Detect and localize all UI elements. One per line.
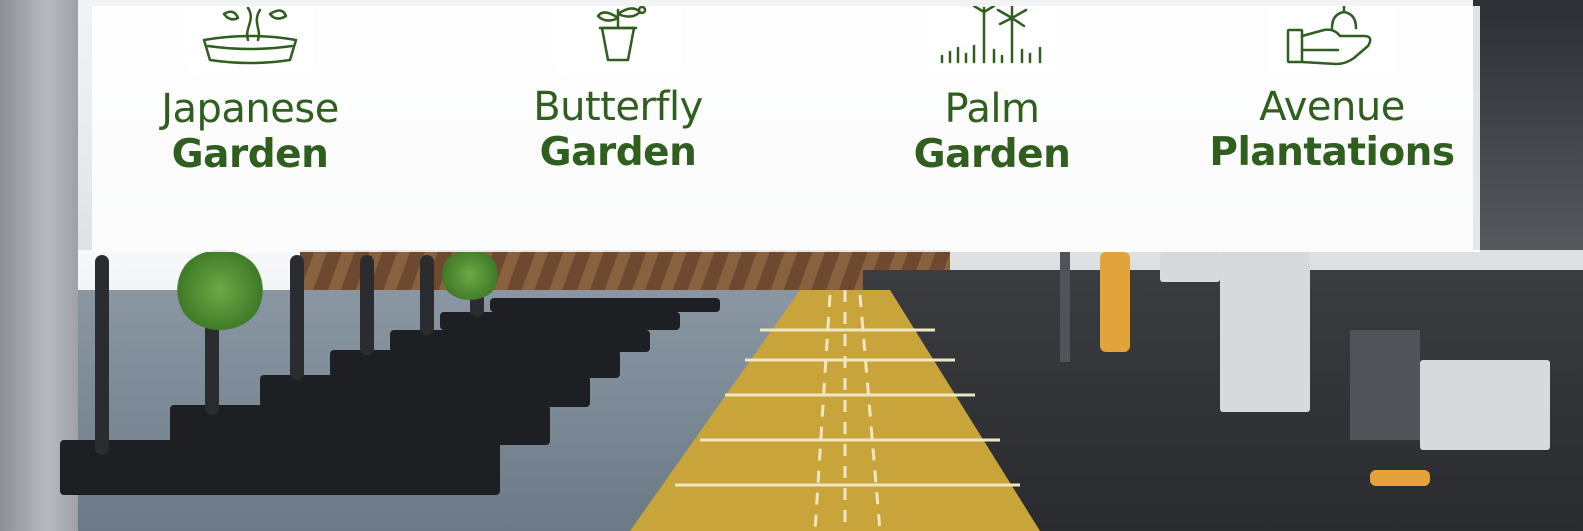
treadmill bbox=[260, 375, 590, 407]
treadmill-handle bbox=[95, 255, 109, 455]
machine-pad bbox=[1100, 252, 1130, 352]
garden-features-panel: Japanese Garden Butterfly Garden Palm Ga… bbox=[92, 6, 1480, 252]
feature-title-line2: Garden bbox=[171, 132, 329, 177]
feature-title-line2: Garden bbox=[913, 132, 1071, 177]
treadmill-handle bbox=[290, 255, 304, 380]
decorative-plant bbox=[175, 250, 265, 330]
icon-tile bbox=[928, 6, 1056, 74]
feature-title-line1: Avenue bbox=[1259, 84, 1405, 130]
machine-pad bbox=[1370, 470, 1430, 486]
treadmill-handle bbox=[360, 255, 374, 355]
treadmill bbox=[490, 298, 720, 312]
feature-title-line1: Japanese bbox=[161, 86, 339, 132]
icon-tile bbox=[1268, 6, 1396, 74]
treadmill bbox=[60, 440, 500, 495]
feature-title-line2: Garden bbox=[539, 130, 697, 175]
treadmill bbox=[170, 405, 550, 445]
weight-stack-machine bbox=[1220, 252, 1310, 412]
feature-title-line1: Palm bbox=[944, 86, 1040, 132]
decorative-plant bbox=[440, 250, 500, 300]
icon-tile bbox=[554, 6, 682, 74]
feature-title-line1: Butterfly bbox=[533, 84, 703, 130]
treadmill-handle bbox=[420, 255, 434, 335]
feature-title-line2: Plantations bbox=[1209, 130, 1455, 175]
leg-press-machine bbox=[1420, 360, 1550, 450]
treadmill bbox=[330, 350, 620, 378]
machine-bench bbox=[1160, 252, 1220, 282]
icon-tile bbox=[186, 6, 314, 74]
machine-frame bbox=[1350, 330, 1420, 440]
machine-frame bbox=[1060, 252, 1070, 362]
